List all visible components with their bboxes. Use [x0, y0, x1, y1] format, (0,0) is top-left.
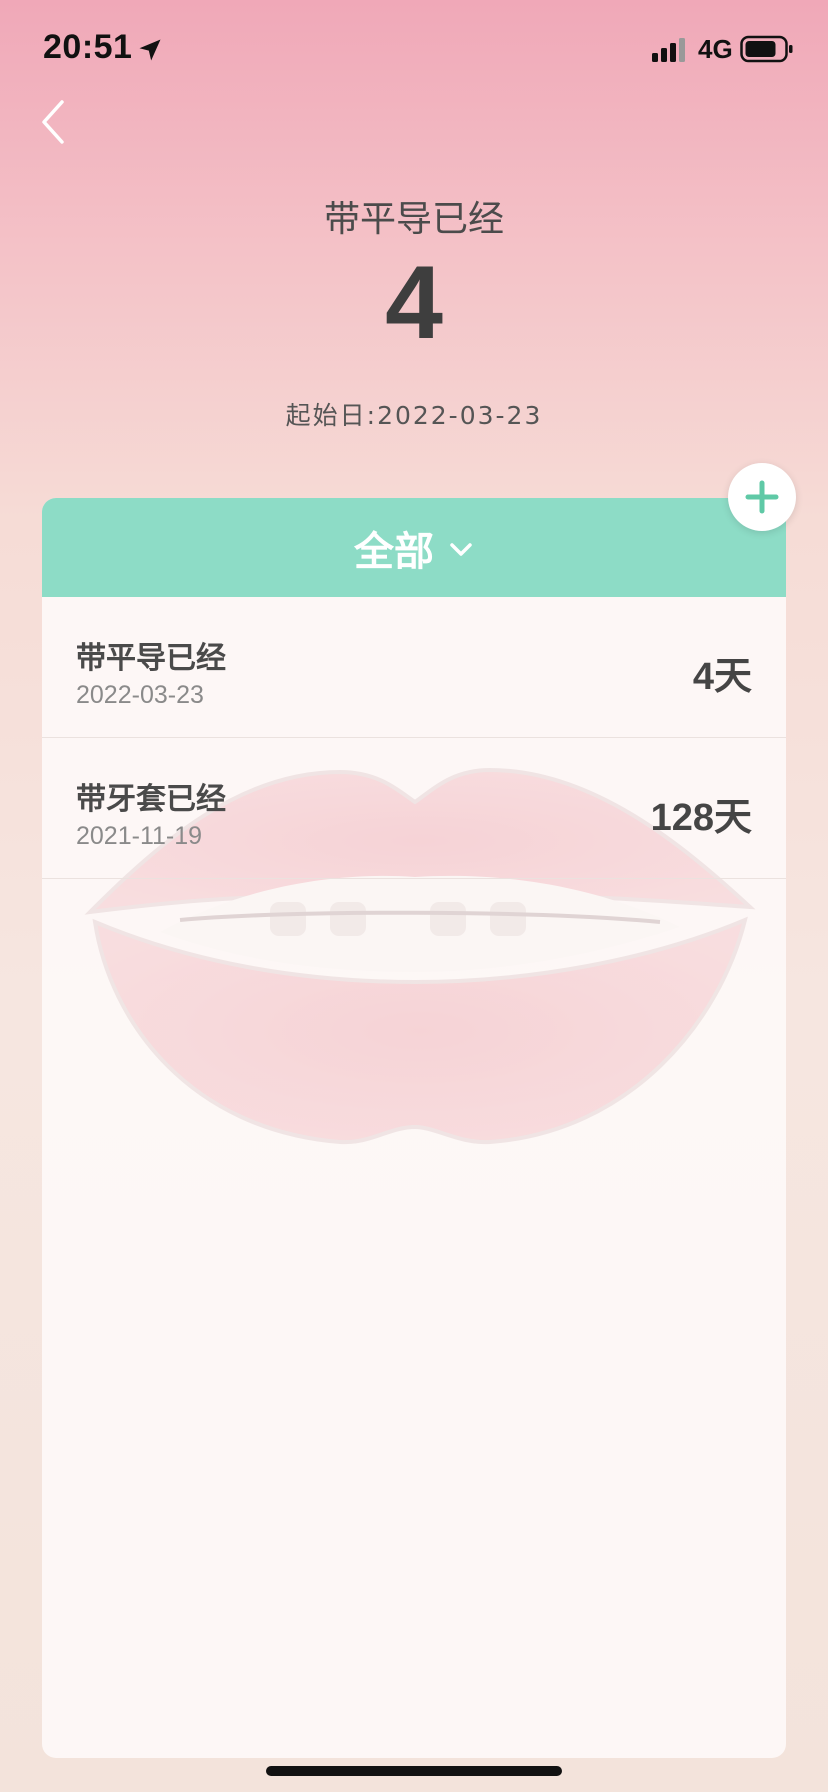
- status-bar: 20:51 4G: [0, 0, 828, 100]
- item-days: 128天: [650, 797, 752, 839]
- day-count: 4: [385, 245, 443, 361]
- list-item[interactable]: 带牙套已经 2021-11-19 128天: [42, 738, 786, 879]
- network-label: 4G: [698, 34, 733, 64]
- battery-icon: [740, 35, 793, 63]
- signal-icon: [652, 38, 685, 62]
- filter-dropdown[interactable]: 全部: [42, 498, 786, 597]
- home-indicator[interactable]: [266, 1766, 562, 1776]
- status-time: 20:51: [43, 28, 133, 66]
- item-date: 2021-11-19: [76, 822, 203, 850]
- location-arrow-icon: [139, 39, 161, 61]
- back-button[interactable]: [36, 96, 76, 148]
- add-button[interactable]: [728, 463, 796, 531]
- list-item[interactable]: 带平导已经 2022-03-23 4天: [42, 597, 786, 738]
- page-title: 带平导已经: [323, 199, 504, 240]
- plus-icon: [745, 480, 779, 514]
- records-list: 带平导已经 2022-03-23 4天 带牙套已经 2021-11-19 128…: [42, 597, 786, 879]
- item-title: 带牙套已经: [76, 782, 226, 817]
- item-date: 2022-03-23: [76, 681, 204, 709]
- item-title: 带平导已经: [76, 641, 226, 676]
- filter-label: 全部: [354, 528, 434, 575]
- chevron-left-icon: [42, 100, 64, 144]
- item-days: 4天: [692, 656, 752, 698]
- chevron-down-icon: [450, 542, 472, 556]
- records-card: 全部 带平导已经 2022-03-23 4天 带牙套已经 2021-11-19 …: [42, 498, 786, 1758]
- start-date: 起始日:2022-03-23: [285, 401, 543, 430]
